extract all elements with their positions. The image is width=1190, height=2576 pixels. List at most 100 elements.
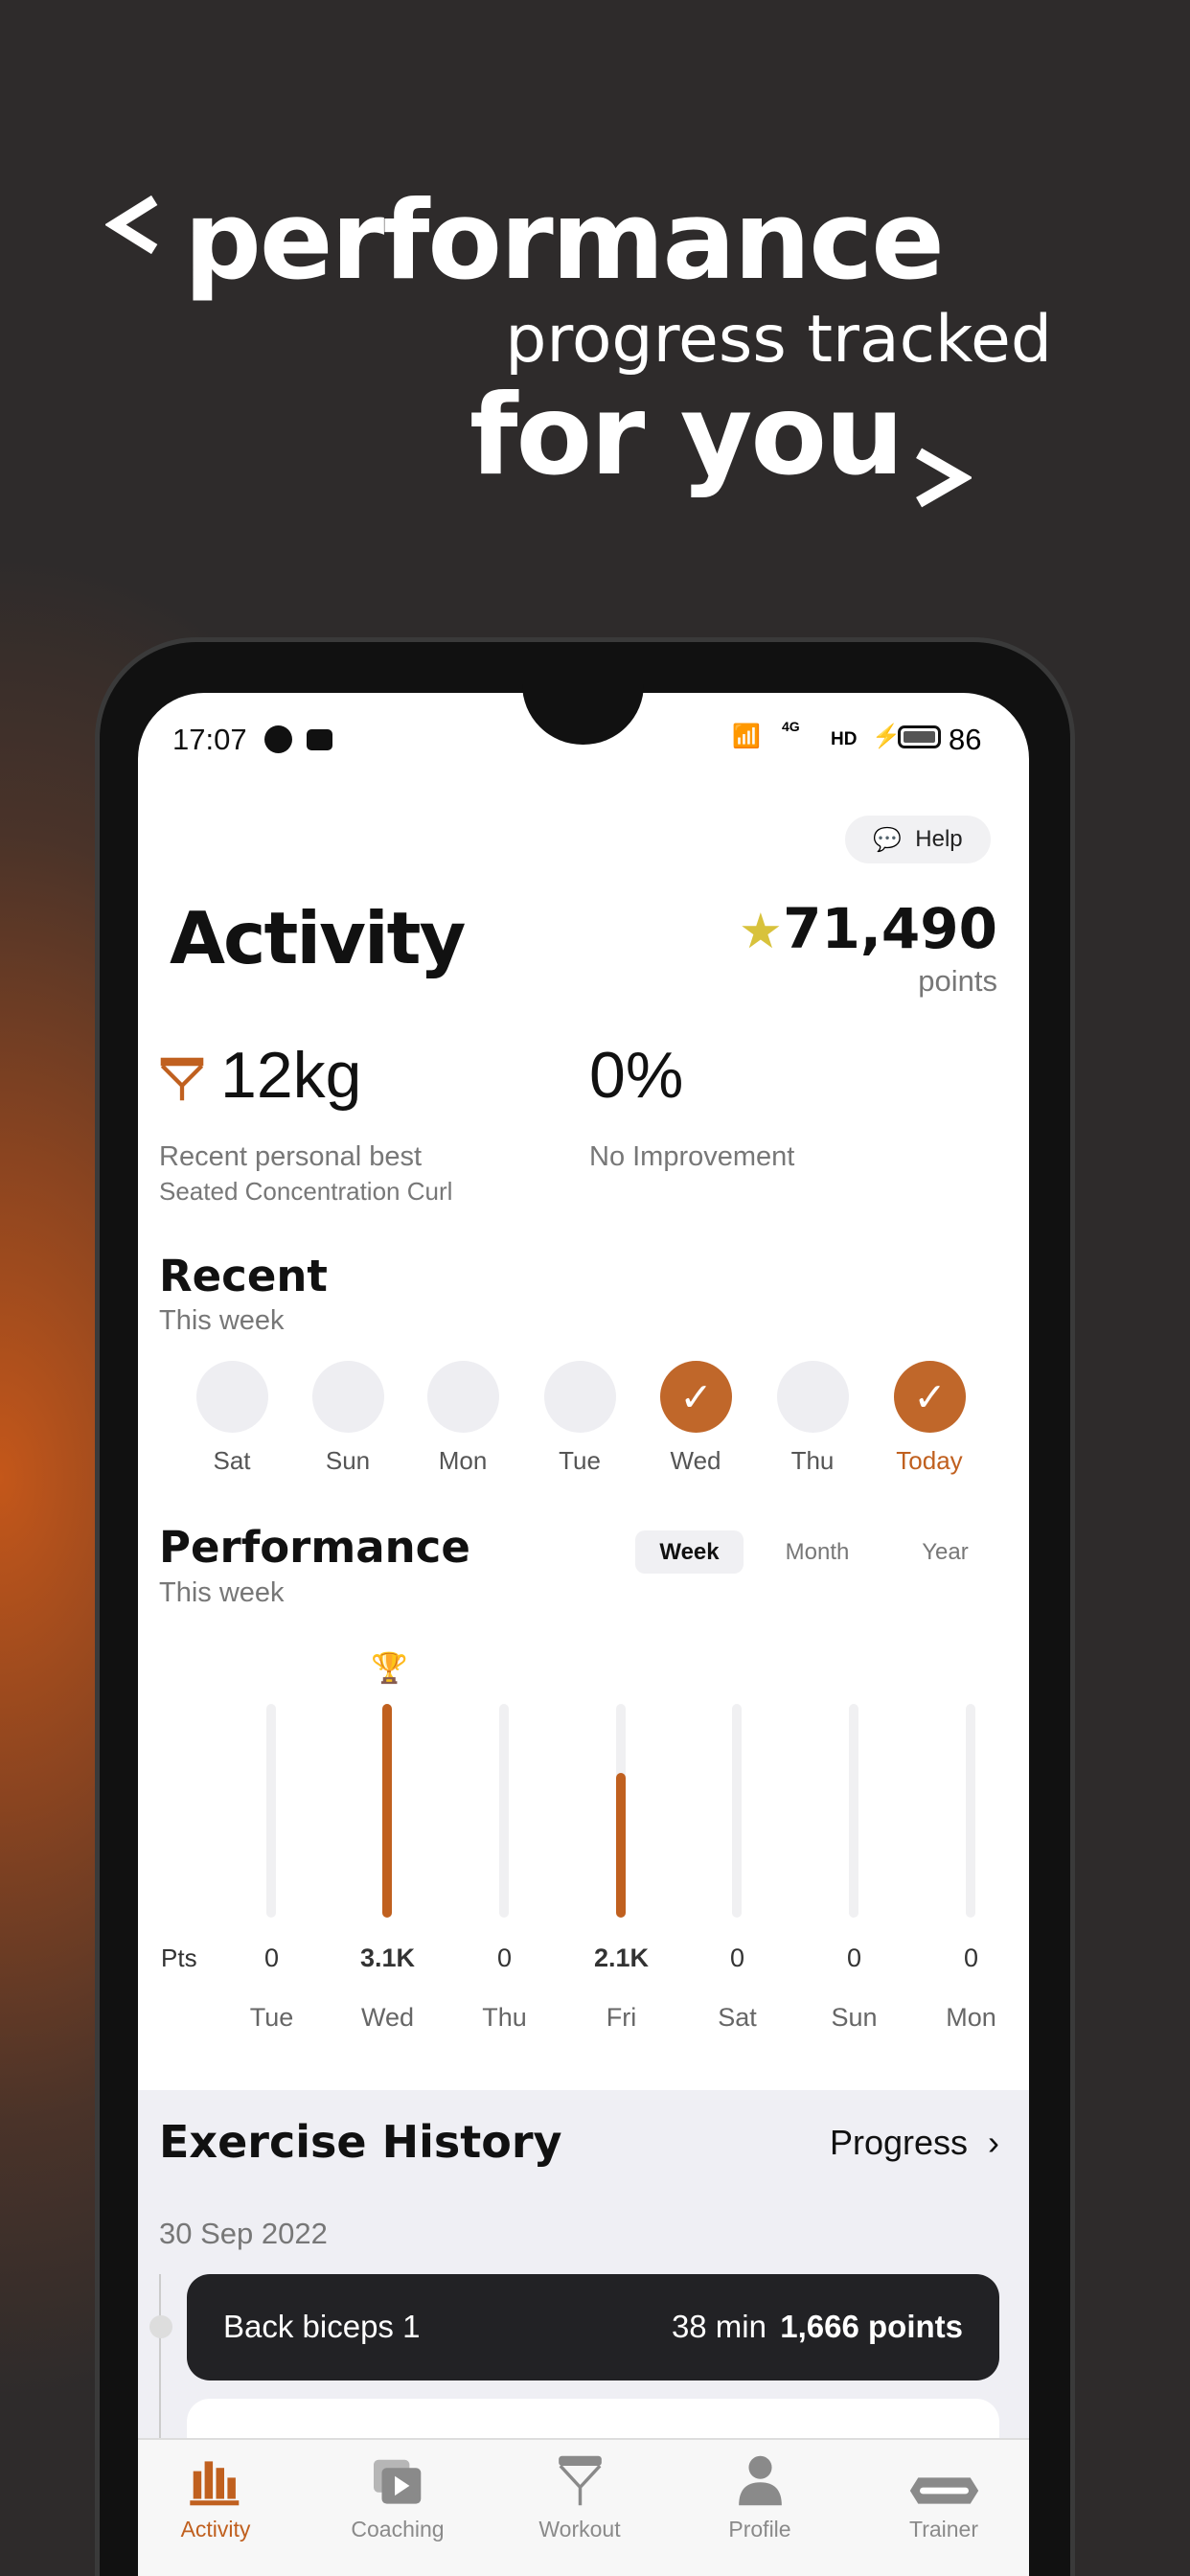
battery-icon: [898, 725, 941, 748]
check-icon: ✓: [679, 1374, 713, 1419]
help-label: Help: [915, 826, 963, 852]
headline-line3: for you: [469, 371, 904, 500]
tab-year[interactable]: Year: [896, 1530, 995, 1574]
wifi-icon: 📶: [732, 724, 761, 749]
personal-best-label: Recent personal best: [159, 1141, 423, 1172]
recent-title: Recent: [159, 1251, 328, 1301]
pts-axis-label: Pts: [161, 1944, 197, 1972]
day-label: Today: [896, 1446, 963, 1475]
bar-value-label: 0: [496, 1944, 513, 1972]
bar-track: [499, 1704, 509, 1918]
star-icon: ★: [739, 904, 783, 958]
x-tick-label: Tue: [249, 2003, 294, 2032]
exercise-duration: 38 min: [671, 2309, 767, 2344]
android-icon: [307, 729, 332, 750]
timeline-dot: [149, 2315, 172, 2338]
chat-alert-icon: 💬: [873, 826, 903, 853]
chevron-right-icon: ›: [988, 2123, 999, 2162]
personal-best-value: 12kg: [220, 1039, 362, 1112]
headline-line2: progress tracked: [505, 302, 1052, 378]
x-tick-label: Sun: [831, 2003, 878, 2032]
performance-subtitle: This week: [159, 1577, 285, 1608]
bar-chart-icon: [142, 2450, 289, 2507]
tab-profile[interactable]: Profile: [686, 2450, 834, 2542]
hd-indicator: HD: [831, 729, 858, 749]
day-label: Mon: [438, 1446, 488, 1475]
day-label: Wed: [670, 1446, 721, 1475]
history-item[interactable]: Back biceps 1 38 min 1,666 points: [187, 2274, 999, 2380]
battery-level: 86: [949, 723, 982, 756]
bar-value-label: 0: [846, 1944, 862, 1972]
day-label: Sun: [325, 1446, 371, 1475]
day-indicator: ✓: [894, 1361, 966, 1433]
performance-title: Performance: [159, 1522, 470, 1573]
bar-value-label: 2.1K: [593, 1944, 650, 1972]
person-icon: [686, 2450, 834, 2507]
bar-value-label: 0: [729, 1944, 745, 1972]
day-indicator: [777, 1361, 849, 1433]
tab-trainer[interactable]: Trainer: [870, 2450, 1018, 2542]
points-value: 71,490: [783, 896, 997, 961]
tab-week[interactable]: Week: [635, 1530, 744, 1574]
bar-track: [732, 1704, 742, 1918]
chevron-right-icon: [916, 448, 972, 508]
recent-subtitle: This week: [159, 1305, 285, 1336]
history-item-next[interactable]: [187, 2399, 999, 2438]
tab-month[interactable]: Month: [762, 1530, 873, 1574]
exercise-name: Back biceps 1: [223, 2309, 421, 2344]
tab-label: Coaching: [351, 2517, 445, 2542]
improvement-label: No Improvement: [589, 1141, 795, 1172]
day-indicator: [196, 1361, 268, 1433]
x-tick-label: Fri: [606, 2003, 637, 2032]
day-label: Thu: [790, 1446, 835, 1475]
day-label: Sat: [213, 1446, 251, 1475]
bar-value-label: 3.1K: [359, 1944, 416, 1972]
history-title: Exercise History: [159, 2116, 562, 2168]
network-type: 4G: [782, 719, 800, 734]
progress-link[interactable]: Progress ›: [830, 2123, 999, 2163]
chevron-left-icon: [105, 195, 158, 255]
exercise-points: 1,666 points: [780, 2309, 963, 2344]
day-indicator: ✓: [660, 1361, 732, 1433]
day-label: Tue: [559, 1446, 601, 1475]
tab-activity[interactable]: Activity: [142, 2450, 289, 2542]
help-button[interactable]: 💬 Help: [845, 816, 991, 863]
bar-track: [849, 1704, 858, 1918]
headline-line1: performance: [184, 177, 945, 304]
points-label: points: [918, 964, 997, 998]
check-icon: ✓: [913, 1374, 947, 1419]
day-indicator: [427, 1361, 499, 1433]
x-tick-label: Wed: [360, 2003, 415, 2032]
bar-track: [266, 1704, 276, 1918]
bar-track: [616, 1704, 626, 1918]
resistance-band-icon: [506, 2450, 653, 2507]
message-icon: [264, 725, 292, 753]
timeline-line: [159, 2274, 161, 2438]
page-title: Activity: [170, 896, 466, 980]
tab-label: Workout: [538, 2517, 621, 2542]
tab-label: Activity: [180, 2517, 251, 2542]
video-play-icon: [324, 2450, 471, 2507]
x-tick-label: Thu: [482, 2003, 527, 2032]
progress-label: Progress: [829, 2123, 968, 2162]
status-time: 17:07: [172, 723, 247, 756]
bar-value-label: 0: [263, 1944, 280, 1972]
tab-label: Trainer: [909, 2517, 978, 2542]
trophy-icon: 🏆: [371, 1651, 408, 1685]
bar-fri: [616, 1772, 626, 1918]
trainer-device-icon: [870, 2450, 1018, 2507]
charging-icon: ⚡: [872, 724, 901, 749]
bar-track: [382, 1704, 392, 1918]
day-indicator: [312, 1361, 384, 1433]
x-tick-label: Sat: [718, 2003, 757, 2032]
tab-coaching[interactable]: Coaching: [324, 2450, 471, 2542]
app-screen: 17:07 📶 4G HD ⚡ 86 💬 Help Activity ★ 71,4…: [138, 693, 1029, 2576]
bar-track: [966, 1704, 975, 1918]
x-tick-label: Mon: [946, 2003, 996, 2032]
bar-wed: [382, 1704, 392, 1918]
personal-best-exercise: Seated Concentration Curl: [159, 1177, 453, 1206]
promo-stage: performance progress tracked for you 17:…: [0, 0, 1190, 2576]
tab-workout[interactable]: Workout: [506, 2450, 653, 2542]
bar-value-label: 0: [963, 1944, 979, 1972]
history-section: Exercise History Progress › 30 Sep 2022 B…: [138, 2090, 1029, 2438]
